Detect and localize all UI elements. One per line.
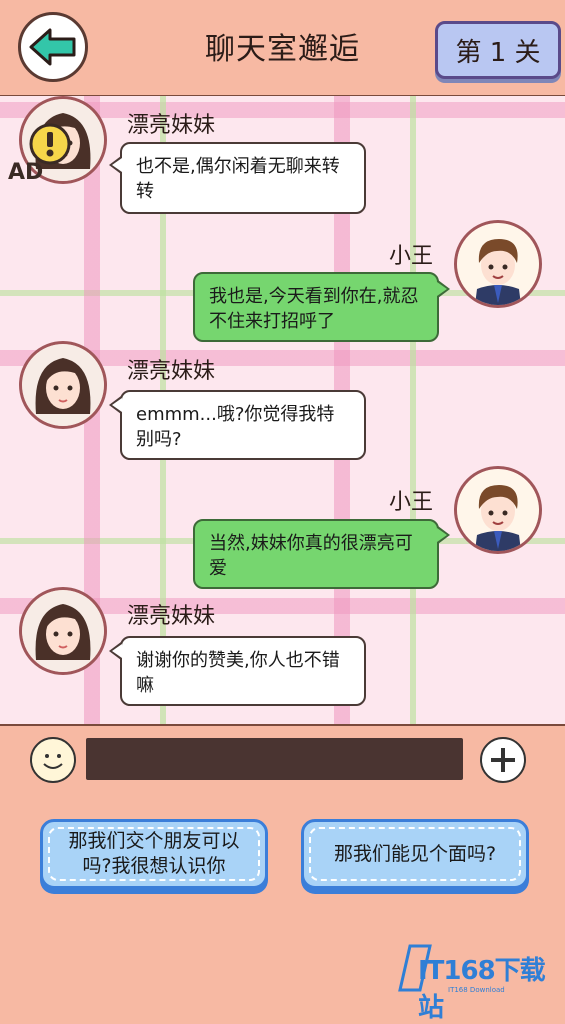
girl-portrait-icon <box>22 590 104 672</box>
sender-name: 小王 <box>389 244 434 269</box>
girl-portrait-icon <box>22 344 104 426</box>
top-bar: 聊天室邂逅 第 1 关 <box>0 0 565 97</box>
girl-avatar[interactable] <box>19 341 107 429</box>
reply-option[interactable]: 那我们能见个面吗? <box>301 819 529 889</box>
sender-name: 漂亮妹妹 <box>127 604 216 629</box>
message-input[interactable] <box>86 738 463 780</box>
emoji-button[interactable] <box>30 737 76 783</box>
bubble-tail <box>109 156 122 174</box>
boy-avatar[interactable] <box>454 466 542 554</box>
girl-avatar[interactable] <box>19 587 107 675</box>
bubble-tail <box>437 526 450 544</box>
boy-avatar[interactable] <box>454 220 542 308</box>
back-arrow-icon <box>29 28 76 66</box>
sender-name: 漂亮妹妹 <box>127 113 216 138</box>
bubble-tail <box>437 280 450 298</box>
sender-name: 小王 <box>389 490 434 515</box>
reply-option-label: 那我们交个朋友可以吗?我很想认识你 <box>68 830 240 877</box>
bubble-tail <box>109 396 122 414</box>
back-button[interactable] <box>18 12 88 82</box>
boy-portrait-icon <box>457 223 539 305</box>
message-bubble: 我也是,今天看到你在,就忍不住来打招呼了 <box>193 272 439 342</box>
message-bubble: 也不是,偶尔闲着无聊来转转 <box>120 142 366 214</box>
sender-name: 漂亮妹妹 <box>127 359 216 384</box>
plus-icon <box>491 748 515 772</box>
bubble-tail <box>109 642 122 660</box>
watermark-subtext: IT168 Download <box>448 986 505 994</box>
boy-portrait-icon <box>457 469 539 551</box>
reply-option-label: 那我们能见个面吗? <box>333 842 497 865</box>
message-bubble: 谢谢你的赞美,你人也不错嘛 <box>120 636 366 706</box>
page-title: 聊天室邂逅 <box>205 32 360 67</box>
smiley-icon <box>43 754 63 769</box>
add-button[interactable] <box>480 737 526 783</box>
ad-badge: AD <box>8 160 44 185</box>
message-bubble: 当然,妹妹你真的很漂亮可爱 <box>193 519 439 589</box>
reply-option[interactable]: 那我们交个朋友可以吗?我很想认识你 <box>40 819 268 889</box>
chat-area: AD 漂亮妹妹 也不是,偶尔闲着无聊来转转 小王 我也是,今天看到你在,就忍不住… <box>0 96 565 724</box>
level-button[interactable]: 第 1 关 <box>435 21 561 79</box>
message-bubble: emmm...哦?你觉得我特别吗? <box>120 390 366 460</box>
